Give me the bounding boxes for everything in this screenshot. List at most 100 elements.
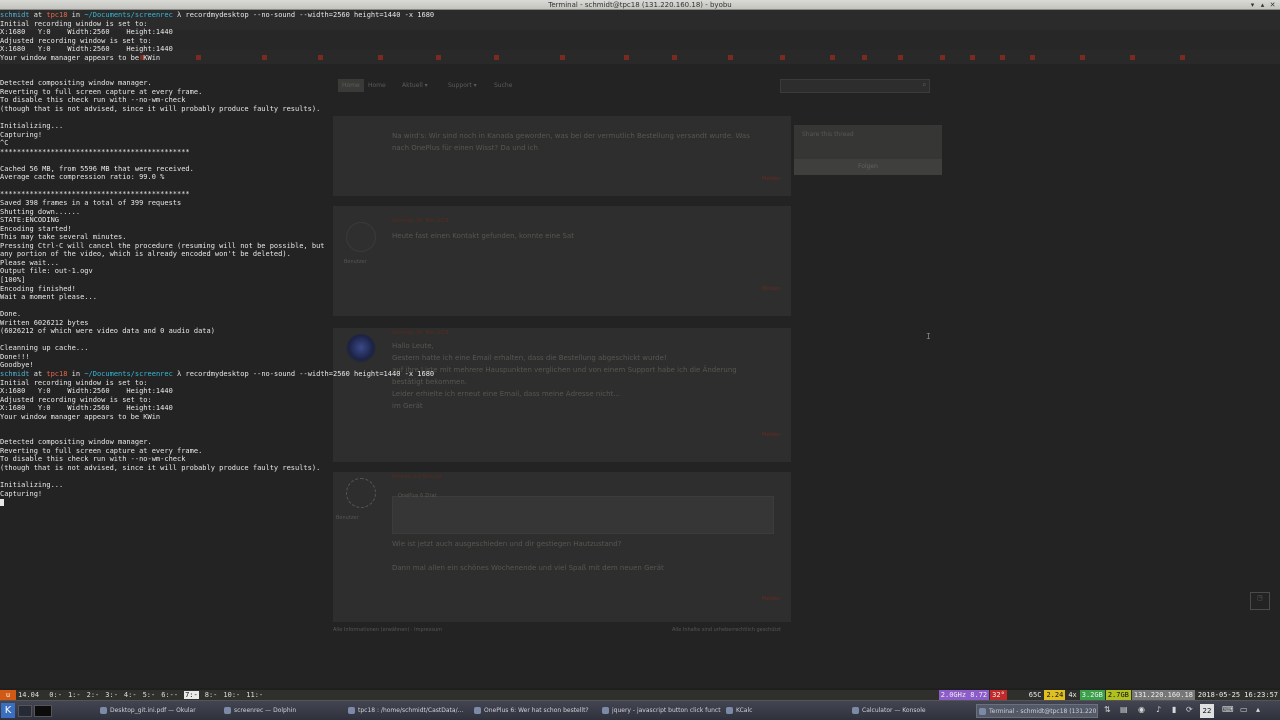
task-terminal-active[interactable]: Terminal - schmidt@tpc18 (131.220.16	[976, 704, 1098, 718]
terminal-line: Done.	[0, 310, 22, 319]
minimize-button[interactable]: ▾	[1248, 1, 1257, 9]
bookmark-item[interactable]	[1180, 55, 1187, 61]
bookmark-item[interactable]	[624, 55, 631, 61]
bookmark-item[interactable]	[1130, 55, 1137, 61]
byobu-window-tab[interactable]: 1:-	[68, 691, 81, 699]
byobu-window-tab[interactable]: 10:-	[223, 691, 240, 699]
byobu-window-tab[interactable]: 7:-	[184, 691, 199, 699]
share-panel: Share this thread	[794, 125, 942, 159]
byobu-window-list[interactable]: 14.04 0:- 1:- 2:- 3:- 4:- 5:- 6:-- 7:- 8:- 10:- 11…	[18, 690, 269, 700]
keyboard-icon[interactable]: ⌨	[1222, 705, 1234, 714]
terminal-line: X:1680 Y:0 Width:2560 Height:1440	[0, 387, 173, 396]
terminal-line: Your window manager appears to be KWin	[0, 412, 161, 421]
terminal-line: X:1680 Y:0 Width:2560 Height:1440	[0, 45, 173, 54]
report-link[interactable]: Melden	[762, 596, 780, 602]
prompt-path: ~/Documents/screenrec	[84, 11, 173, 19]
terminal-line: Saved 398 frames in a total of 399 reque…	[0, 199, 182, 208]
report-link[interactable]: Melden	[762, 286, 780, 292]
task-dolphin[interactable]: screenrec — Dolphin	[222, 704, 346, 718]
terminal-line: Reverting to full screen capture at ever…	[0, 87, 203, 96]
bookmark-item[interactable]	[862, 55, 869, 61]
terminal-line: Done!!!	[0, 352, 30, 361]
terminal-line: ^C	[0, 139, 9, 148]
byobu-window-tab[interactable]: 6:--	[161, 691, 178, 699]
text-cursor[interactable]	[0, 498, 4, 506]
terminal-line: Adjusted recording window is set to:	[0, 395, 152, 404]
battery-icon[interactable]: ▮	[1172, 705, 1176, 714]
clipboard-icon[interactable]: ▤	[1120, 705, 1128, 714]
volume-icon[interactable]: ♪	[1156, 705, 1161, 714]
display-icon[interactable]: ▭	[1240, 705, 1248, 714]
terminal-cursor-line	[0, 498, 620, 507]
terminal-line: ****************************************…	[0, 190, 190, 199]
bookmark-item[interactable]	[672, 55, 679, 61]
task-kcalc[interactable]: KCalc	[724, 704, 848, 718]
bookmark-favicon-icon	[1030, 55, 1035, 60]
calendar-day-badge[interactable]: 22	[1200, 704, 1214, 718]
byobu-window-tab[interactable]: 2:-	[87, 691, 100, 699]
terminal-line: (though that is not advised, since it wi…	[0, 105, 321, 114]
terminal-line: Average cache compression ratio: 99.0 %	[0, 173, 165, 182]
report-link[interactable]: Melden	[762, 432, 780, 438]
bookmark-favicon-icon	[830, 55, 835, 60]
close-button[interactable]: ✕	[1268, 1, 1277, 9]
bookmark-item[interactable]	[780, 55, 787, 61]
byobu-window-tab[interactable]: 0:-	[49, 691, 62, 699]
bookmark-item[interactable]	[830, 55, 837, 61]
scroll-top-icon[interactable]: ◳	[1250, 592, 1270, 610]
terminal-line: Shutting down......	[0, 207, 81, 216]
bookmark-favicon-icon	[1080, 55, 1085, 60]
terminal-output[interactable]: schmidt at tpc18 in ~/Documents/screenre…	[0, 11, 620, 691]
byobu-window-tab[interactable]: 3:-	[105, 691, 118, 699]
kde-menu-icon[interactable]: K	[1, 703, 15, 718]
task-tpc18-terminal[interactable]: tpc18 : /home/schmidt/CastData/...	[346, 704, 470, 718]
task-konsole[interactable]: Calculator — Konsole	[850, 704, 974, 718]
pager-desktop-2[interactable]	[34, 705, 52, 717]
bookmark-item[interactable]	[970, 55, 977, 61]
terminal-line: Encoding finished!	[0, 284, 76, 293]
window-title: Terminal - schmidt@tpc18 (131.220.160.18…	[548, 1, 732, 9]
byobu-window-tab[interactable]: 5:-	[143, 691, 156, 699]
search-icon[interactable]: ⌕	[922, 81, 926, 89]
prompt-host: tpc18	[46, 11, 68, 19]
terminal-line: Initializing...	[0, 481, 64, 490]
terminal-line: Please wait...	[0, 258, 60, 267]
task-oneplus-browser[interactable]: OnePlus 6: Wer hat schon bestellt?	[472, 704, 600, 718]
bookmark-item[interactable]	[1030, 55, 1037, 61]
bookmark-item[interactable]	[728, 55, 735, 61]
follow-button[interactable]: Folgen	[794, 159, 942, 175]
report-link[interactable]: Melden	[762, 176, 780, 182]
bookmark-item[interactable]	[940, 55, 947, 61]
terminal-line: To disable this check run with --no-wm-c…	[0, 96, 186, 105]
terminal-line: Cached 56 MB, from 5596 MB that were rec…	[0, 164, 194, 173]
bookmark-item[interactable]	[1080, 55, 1087, 61]
forum-search-input[interactable]	[780, 79, 930, 93]
maximize-button[interactable]: ▴	[1258, 1, 1267, 9]
task-okular[interactable]: Desktop_git.ini.pdf — Okular	[98, 704, 222, 718]
byobu-stat: 65C	[1026, 690, 1044, 700]
byobu-window-tab[interactable]: 4:-	[124, 691, 137, 699]
bookmark-favicon-icon	[624, 55, 629, 60]
bookmark-favicon-icon	[898, 55, 903, 60]
byobu-window-tab[interactable]: 11:-	[246, 691, 263, 699]
updates-icon[interactable]: ⟳	[1186, 705, 1193, 714]
bookmark-item[interactable]	[1000, 55, 1007, 61]
byobu-stat: 2.24	[1044, 690, 1066, 700]
byobu-window-tab[interactable]: 8:-	[205, 691, 218, 699]
network-icon[interactable]: ⇅	[1104, 705, 1111, 714]
pager-desktop-1[interactable]	[18, 705, 32, 717]
byobu-stat: 2.0GHz 8.72	[938, 690, 990, 700]
task-jquery-browser[interactable]: jquery - javascript button click funct	[600, 704, 724, 718]
bookmark-item[interactable]	[898, 55, 905, 61]
footer-right: Alle Inhalte sind urheberrechtlich gesch…	[672, 627, 781, 633]
window-titlebar[interactable]: Terminal - schmidt@tpc18 (131.220.160.18…	[0, 0, 1280, 10]
bookmark-favicon-icon	[1000, 55, 1005, 60]
byobu-load: 14.04	[18, 691, 40, 699]
tray-expand-icon[interactable]: ▴	[1256, 705, 1260, 714]
notifications-icon[interactable]: ◉	[1138, 705, 1145, 714]
bookmark-favicon-icon	[1130, 55, 1135, 60]
prompt-path: ~/Documents/screenrec	[84, 369, 173, 378]
